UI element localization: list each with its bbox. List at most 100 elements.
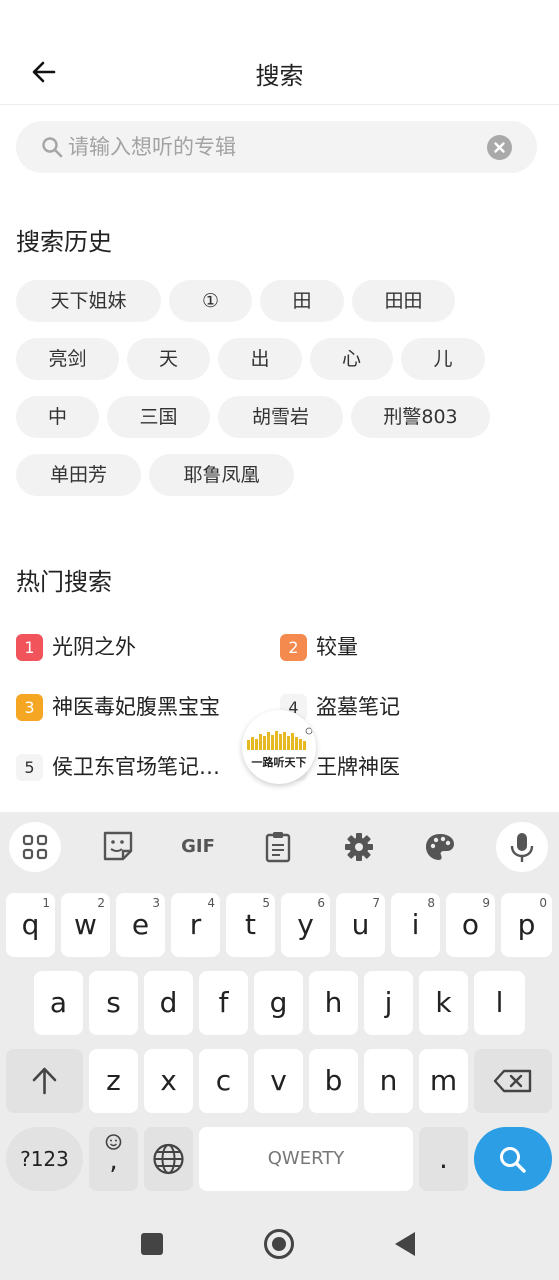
history-chip[interactable]: 胡雪岩: [218, 396, 343, 438]
language-key[interactable]: [144, 1127, 193, 1191]
key-w-label: w: [74, 908, 97, 941]
history-chip[interactable]: 田田: [352, 280, 455, 322]
history-chip[interactable]: 刑警803: [351, 396, 490, 438]
key-y-number: 6: [317, 896, 325, 910]
key-w[interactable]: w2: [61, 893, 110, 957]
system-nav-bar: [0, 1212, 559, 1280]
key-l[interactable]: l: [474, 971, 525, 1035]
key-m[interactable]: m: [419, 1049, 468, 1113]
history-chip[interactable]: 天下姐妹: [16, 280, 161, 322]
hot-search-label: 王牌神医: [316, 755, 400, 779]
key-f[interactable]: f: [199, 971, 248, 1035]
hot-search-item[interactable]: 5 侯卫东官场笔记…: [16, 754, 256, 784]
keyboard-settings-button[interactable]: [333, 822, 385, 872]
key-r-label: r: [189, 908, 202, 941]
keyboard-apps-button[interactable]: [9, 822, 61, 872]
logo-text: 一路听天下: [251, 756, 307, 769]
keyboard-theme-button[interactable]: [414, 822, 466, 872]
recents-button[interactable]: [137, 1229, 167, 1259]
key-p-label: p: [517, 908, 536, 941]
history-chip[interactable]: 心: [310, 338, 393, 380]
key-n[interactable]: n: [364, 1049, 413, 1113]
hot-search-label: 侯卫东官场笔记…: [52, 755, 220, 779]
key-q-label: q: [21, 908, 40, 941]
key-q-number: 1: [42, 896, 50, 910]
key-e-label: e: [131, 908, 150, 941]
key-v[interactable]: v: [254, 1049, 303, 1113]
hot-search-item[interactable]: 2 较量: [280, 634, 530, 664]
key-u[interactable]: u7: [336, 893, 385, 957]
shift-key[interactable]: [6, 1049, 83, 1113]
history-chip[interactable]: 田: [260, 280, 344, 322]
shift-arrow-icon: [32, 1067, 57, 1095]
key-u-label: u: [351, 908, 370, 941]
key-g[interactable]: g: [254, 971, 303, 1035]
history-chip[interactable]: 儿: [401, 338, 485, 380]
key-y[interactable]: y6: [281, 893, 330, 957]
keyboard-search-key[interactable]: [474, 1127, 552, 1191]
palette-icon: [426, 834, 454, 860]
key-c[interactable]: c: [199, 1049, 248, 1113]
hot-search-item[interactable]: 1 光阴之外: [16, 634, 256, 664]
search-icon: [500, 1147, 526, 1173]
key-s[interactable]: s: [89, 971, 138, 1035]
key-e[interactable]: e3: [116, 893, 165, 957]
hot-search-item[interactable]: 3 神医毒妃腹黑宝宝: [16, 694, 256, 724]
key-k[interactable]: k: [419, 971, 468, 1035]
hot-search-label: 光阴之外: [52, 635, 136, 659]
backspace-key[interactable]: [474, 1049, 552, 1113]
hot-search-item[interactable]: 4 盗墓笔记: [280, 694, 530, 724]
history-chip[interactable]: 出: [218, 338, 302, 380]
keyboard-gif-button[interactable]: GIF: [172, 822, 224, 872]
key-j[interactable]: j: [364, 971, 413, 1035]
key-b[interactable]: b: [309, 1049, 358, 1113]
key-x[interactable]: x: [144, 1049, 193, 1113]
back-nav-button[interactable]: [390, 1229, 420, 1259]
symbols-key[interactable]: ?123: [6, 1127, 83, 1191]
gear-icon: [345, 833, 373, 861]
space-bar[interactable]: QWERTY: [199, 1127, 413, 1191]
hot-search-item[interactable]: 6 王牌神医: [280, 754, 530, 784]
voice-input-button[interactable]: [496, 822, 548, 872]
search-input[interactable]: [68, 129, 468, 165]
history-chip[interactable]: 耶鲁凤凰: [149, 454, 294, 496]
key-t[interactable]: t5: [226, 893, 275, 957]
history-chip[interactable]: 三国: [107, 396, 210, 438]
keyboard-sticker-button[interactable]: [92, 822, 144, 872]
history-chip[interactable]: 天: [127, 338, 210, 380]
home-button[interactable]: [261, 1226, 297, 1262]
key-o-label: o: [461, 908, 480, 941]
rank-badge: 5: [16, 754, 43, 781]
history-chip[interactable]: 中: [16, 396, 99, 438]
globe-icon: [153, 1143, 184, 1175]
key-h[interactable]: h: [309, 971, 358, 1035]
hot-search-title: 热门搜索: [16, 568, 112, 596]
key-i[interactable]: i8: [391, 893, 440, 957]
key-i-number: 8: [427, 896, 435, 910]
mic-icon: [510, 833, 534, 862]
search-bar[interactable]: [16, 121, 537, 173]
history-chip[interactable]: 亮剑: [16, 338, 119, 380]
history-chip[interactable]: ①: [169, 280, 252, 322]
key-p[interactable]: p0: [501, 893, 552, 957]
key-u-number: 7: [372, 896, 380, 910]
clear-search-button[interactable]: [487, 135, 512, 160]
key-o[interactable]: o9: [446, 893, 495, 957]
backspace-icon: [493, 1069, 532, 1093]
key-y-label: y: [297, 908, 314, 941]
gif-icon: GIF: [181, 836, 215, 857]
apps-grid-icon: [22, 834, 48, 860]
key-a[interactable]: a: [34, 971, 83, 1035]
key-d[interactable]: d: [144, 971, 193, 1035]
emoji-comma-key[interactable]: ,: [89, 1127, 138, 1191]
history-chip[interactable]: 单田芳: [16, 454, 141, 496]
key-q[interactable]: q1: [6, 893, 55, 957]
key-r[interactable]: r4: [171, 893, 220, 957]
key-w-number: 2: [97, 896, 105, 910]
floating-logo-badge[interactable]: 一路听天下: [242, 710, 316, 784]
top-app-bar: 搜索: [0, 0, 559, 105]
key-z[interactable]: z: [89, 1049, 138, 1113]
hot-search-label: 盗墓笔记: [316, 695, 400, 719]
keyboard-clipboard-button[interactable]: [252, 822, 304, 872]
period-key[interactable]: .: [419, 1127, 468, 1191]
